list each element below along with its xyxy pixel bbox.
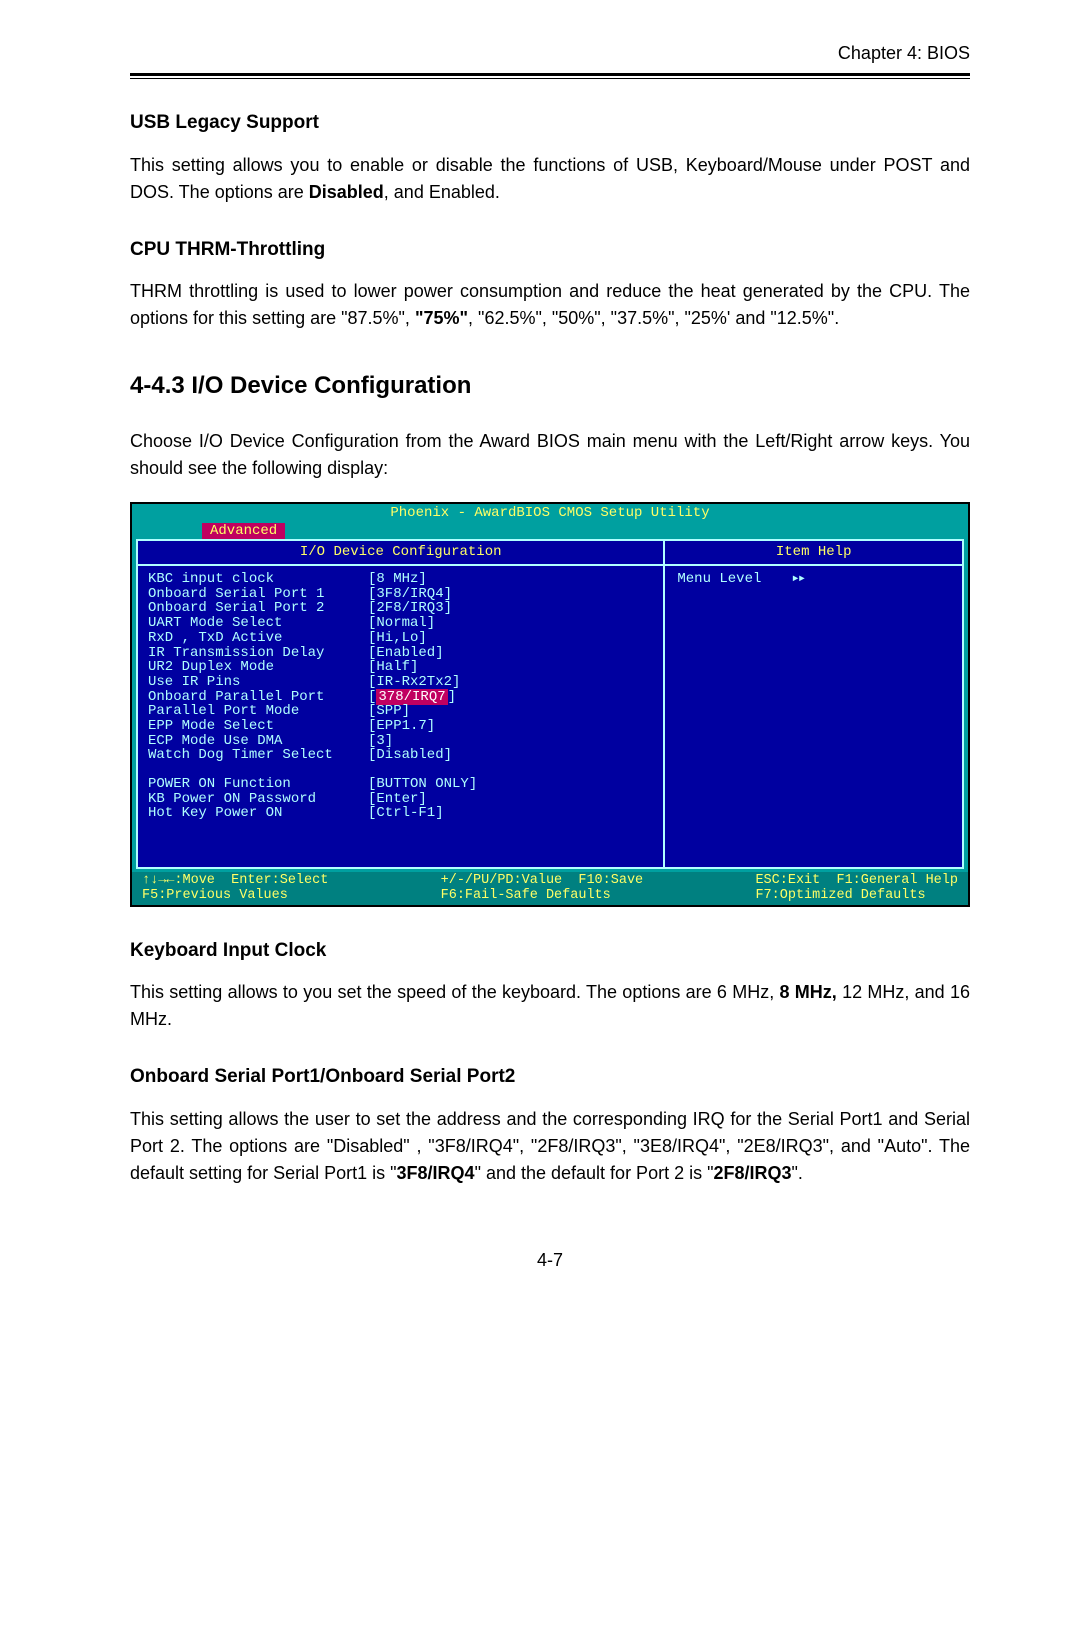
bios-setting-value[interactable]: [8 MHz] (368, 572, 427, 587)
bios-setting-row[interactable]: EPP Mode Select[EPP1.7] (148, 719, 653, 734)
bios-setting-label: Onboard Parallel Port (148, 690, 368, 705)
menu-level-arrows-icon: ▸▸ (791, 572, 804, 587)
para-serial-ports: This setting allows the user to set the … (130, 1106, 970, 1187)
bios-setting-row[interactable]: Use IR Pins[IR-Rx2Tx2] (148, 675, 653, 690)
bios-setting-row[interactable]: RxD , TxD Active[Hi,Lo] (148, 631, 653, 646)
page-number: 4-7 (130, 1247, 970, 1274)
bios-setting-row[interactable]: UART Mode Select[Normal] (148, 616, 653, 631)
bios-setting-label: Onboard Serial Port 1 (148, 587, 368, 602)
heading-usb-legacy: USB Legacy Support (130, 109, 970, 138)
bios-setting-label: Parallel Port Mode (148, 704, 368, 719)
menu-level-label: Menu Level (677, 572, 761, 587)
bios-setting-label: Hot Key Power ON (148, 806, 368, 821)
para-cpu-thrm: THRM throttling is used to lower power c… (130, 278, 970, 332)
bios-setting-row[interactable]: KBC input clock[8 MHz] (148, 572, 653, 587)
bios-setting-row[interactable]: KB Power ON Password[Enter] (148, 792, 653, 807)
bios-setting-row[interactable]: Onboard Parallel Port[378/IRQ7] (148, 690, 653, 705)
bios-setting-value[interactable]: [IR-Rx2Tx2] (368, 675, 460, 690)
bios-setting-value[interactable]: [SPP] (368, 704, 410, 719)
bios-setting-label: Onboard Serial Port 2 (148, 601, 368, 616)
bios-setting-label: UR2 Duplex Mode (148, 660, 368, 675)
bios-title: Phoenix - AwardBIOS CMOS Setup Utility (132, 504, 968, 523)
bios-setting-row[interactable]: IR Transmission Delay[Enabled] (148, 646, 653, 661)
bios-setting-label: ECP Mode Use DMA (148, 734, 368, 749)
bios-left-heading: I/O Device Configuration (138, 541, 663, 566)
bold: "75%" (415, 308, 468, 328)
para-kbd-clock: This setting allows to you set the speed… (130, 979, 970, 1033)
text: " and the default for Port 2 is " (475, 1163, 714, 1183)
text: , "62.5%", "50%", "37.5%", "25%' and "12… (468, 308, 839, 328)
bios-setting-label: EPP Mode Select (148, 719, 368, 734)
rule-thin (130, 78, 970, 79)
bios-setting-value[interactable]: [Disabled] (368, 748, 452, 763)
bios-tab-row: Advanced (132, 523, 968, 540)
bios-setting-value[interactable]: [Hi,Lo] (368, 631, 427, 646)
text: ". (792, 1163, 803, 1183)
bios-setting-row[interactable]: ECP Mode Use DMA[3] (148, 734, 653, 749)
bios-setting-value[interactable]: [Enabled] (368, 646, 444, 661)
bold: 3F8/IRQ4 (397, 1163, 475, 1183)
bios-setting-value[interactable]: [Enter] (368, 792, 427, 807)
bios-setting-row[interactable]: UR2 Duplex Mode[Half] (148, 660, 653, 675)
bios-setting-row[interactable]: Watch Dog Timer Select[Disabled] (148, 748, 653, 763)
bios-tab-advanced[interactable]: Advanced (202, 523, 285, 540)
footer-hint: ESC:Exit F1:General Help (755, 874, 958, 888)
bios-left-panel: I/O Device Configuration KBC input clock… (138, 541, 665, 867)
bios-setting-row[interactable]: Hot Key Power ON[Ctrl-F1] (148, 806, 653, 821)
bios-setting-value[interactable]: [378/IRQ7] (368, 690, 456, 705)
bios-setting-label: UART Mode Select (148, 616, 368, 631)
bios-setting-label: KB Power ON Password (148, 792, 368, 807)
bios-window: Phoenix - AwardBIOS CMOS Setup Utility A… (130, 502, 970, 907)
bios-setting-value[interactable]: [2F8/IRQ3] (368, 601, 452, 616)
footer-hint: F7:Optimized Defaults (755, 889, 958, 903)
bios-right-heading: Item Help (665, 541, 962, 566)
footer-hint: F6:Fail-Safe Defaults (441, 889, 644, 903)
heading-kbd-clock: Keyboard Input Clock (130, 937, 970, 966)
bios-setting-row[interactable]: POWER ON Function[BUTTON ONLY] (148, 777, 653, 792)
bios-setting-value[interactable]: [3F8/IRQ4] (368, 587, 452, 602)
bios-setting-label: RxD , TxD Active (148, 631, 368, 646)
bios-setting-row[interactable]: Onboard Serial Port 1[3F8/IRQ4] (148, 587, 653, 602)
text: This setting allows to you set the speed… (130, 982, 780, 1002)
bold: 2F8/IRQ3 (713, 1163, 791, 1183)
footer-hint: ↑↓→←:Move Enter:Select (142, 874, 328, 888)
para-io-device: Choose I/O Device Configuration from the… (130, 428, 970, 482)
footer-hint: F5:Previous Values (142, 889, 328, 903)
text: This setting allows you to enable or dis… (130, 155, 970, 202)
bios-settings-list[interactable]: KBC input clock[8 MHz]Onboard Serial Por… (138, 566, 663, 827)
bios-setting-label: Watch Dog Timer Select (148, 748, 368, 763)
bios-setting-row[interactable]: Onboard Serial Port 2[2F8/IRQ3] (148, 601, 653, 616)
bios-setting-value[interactable]: [Ctrl-F1] (368, 806, 444, 821)
heading-serial-ports: Onboard Serial Port1/Onboard Serial Port… (130, 1063, 970, 1092)
rule-thick (130, 73, 970, 76)
bios-setting-label: Use IR Pins (148, 675, 368, 690)
bios-footer: ↑↓→←:Move Enter:Select F5:Previous Value… (132, 872, 968, 904)
bios-setting-value[interactable]: [Half] (368, 660, 418, 675)
footer-hint: +/-/PU/PD:Value F10:Save (441, 874, 644, 888)
bios-setting-label: KBC input clock (148, 572, 368, 587)
bold: Disabled (309, 182, 384, 202)
bios-setting-value[interactable]: [EPP1.7] (368, 719, 435, 734)
bios-main-panel: I/O Device Configuration KBC input clock… (136, 539, 964, 869)
bios-setting-value[interactable]: [3] (368, 734, 393, 749)
text: , and Enabled. (384, 182, 500, 202)
bios-setting-label: POWER ON Function (148, 777, 368, 792)
heading-cpu-thrm: CPU THRM-Throttling (130, 236, 970, 265)
para-usb-legacy: This setting allows you to enable or dis… (130, 152, 970, 206)
bios-setting-row[interactable]: Parallel Port Mode[SPP] (148, 704, 653, 719)
bold: 8 MHz, (780, 982, 837, 1002)
bios-right-panel: Item Help Menu Level ▸▸ (665, 541, 962, 867)
bios-setting-label: IR Transmission Delay (148, 646, 368, 661)
bios-setting-value[interactable]: [Normal] (368, 616, 435, 631)
menu-level-row: Menu Level ▸▸ (677, 572, 950, 587)
heading-io-device: 4-4.3 I/O Device Configuration (130, 368, 970, 404)
chapter-header: Chapter 4: BIOS (130, 40, 970, 73)
bios-setting-value[interactable]: [BUTTON ONLY] (368, 777, 477, 792)
